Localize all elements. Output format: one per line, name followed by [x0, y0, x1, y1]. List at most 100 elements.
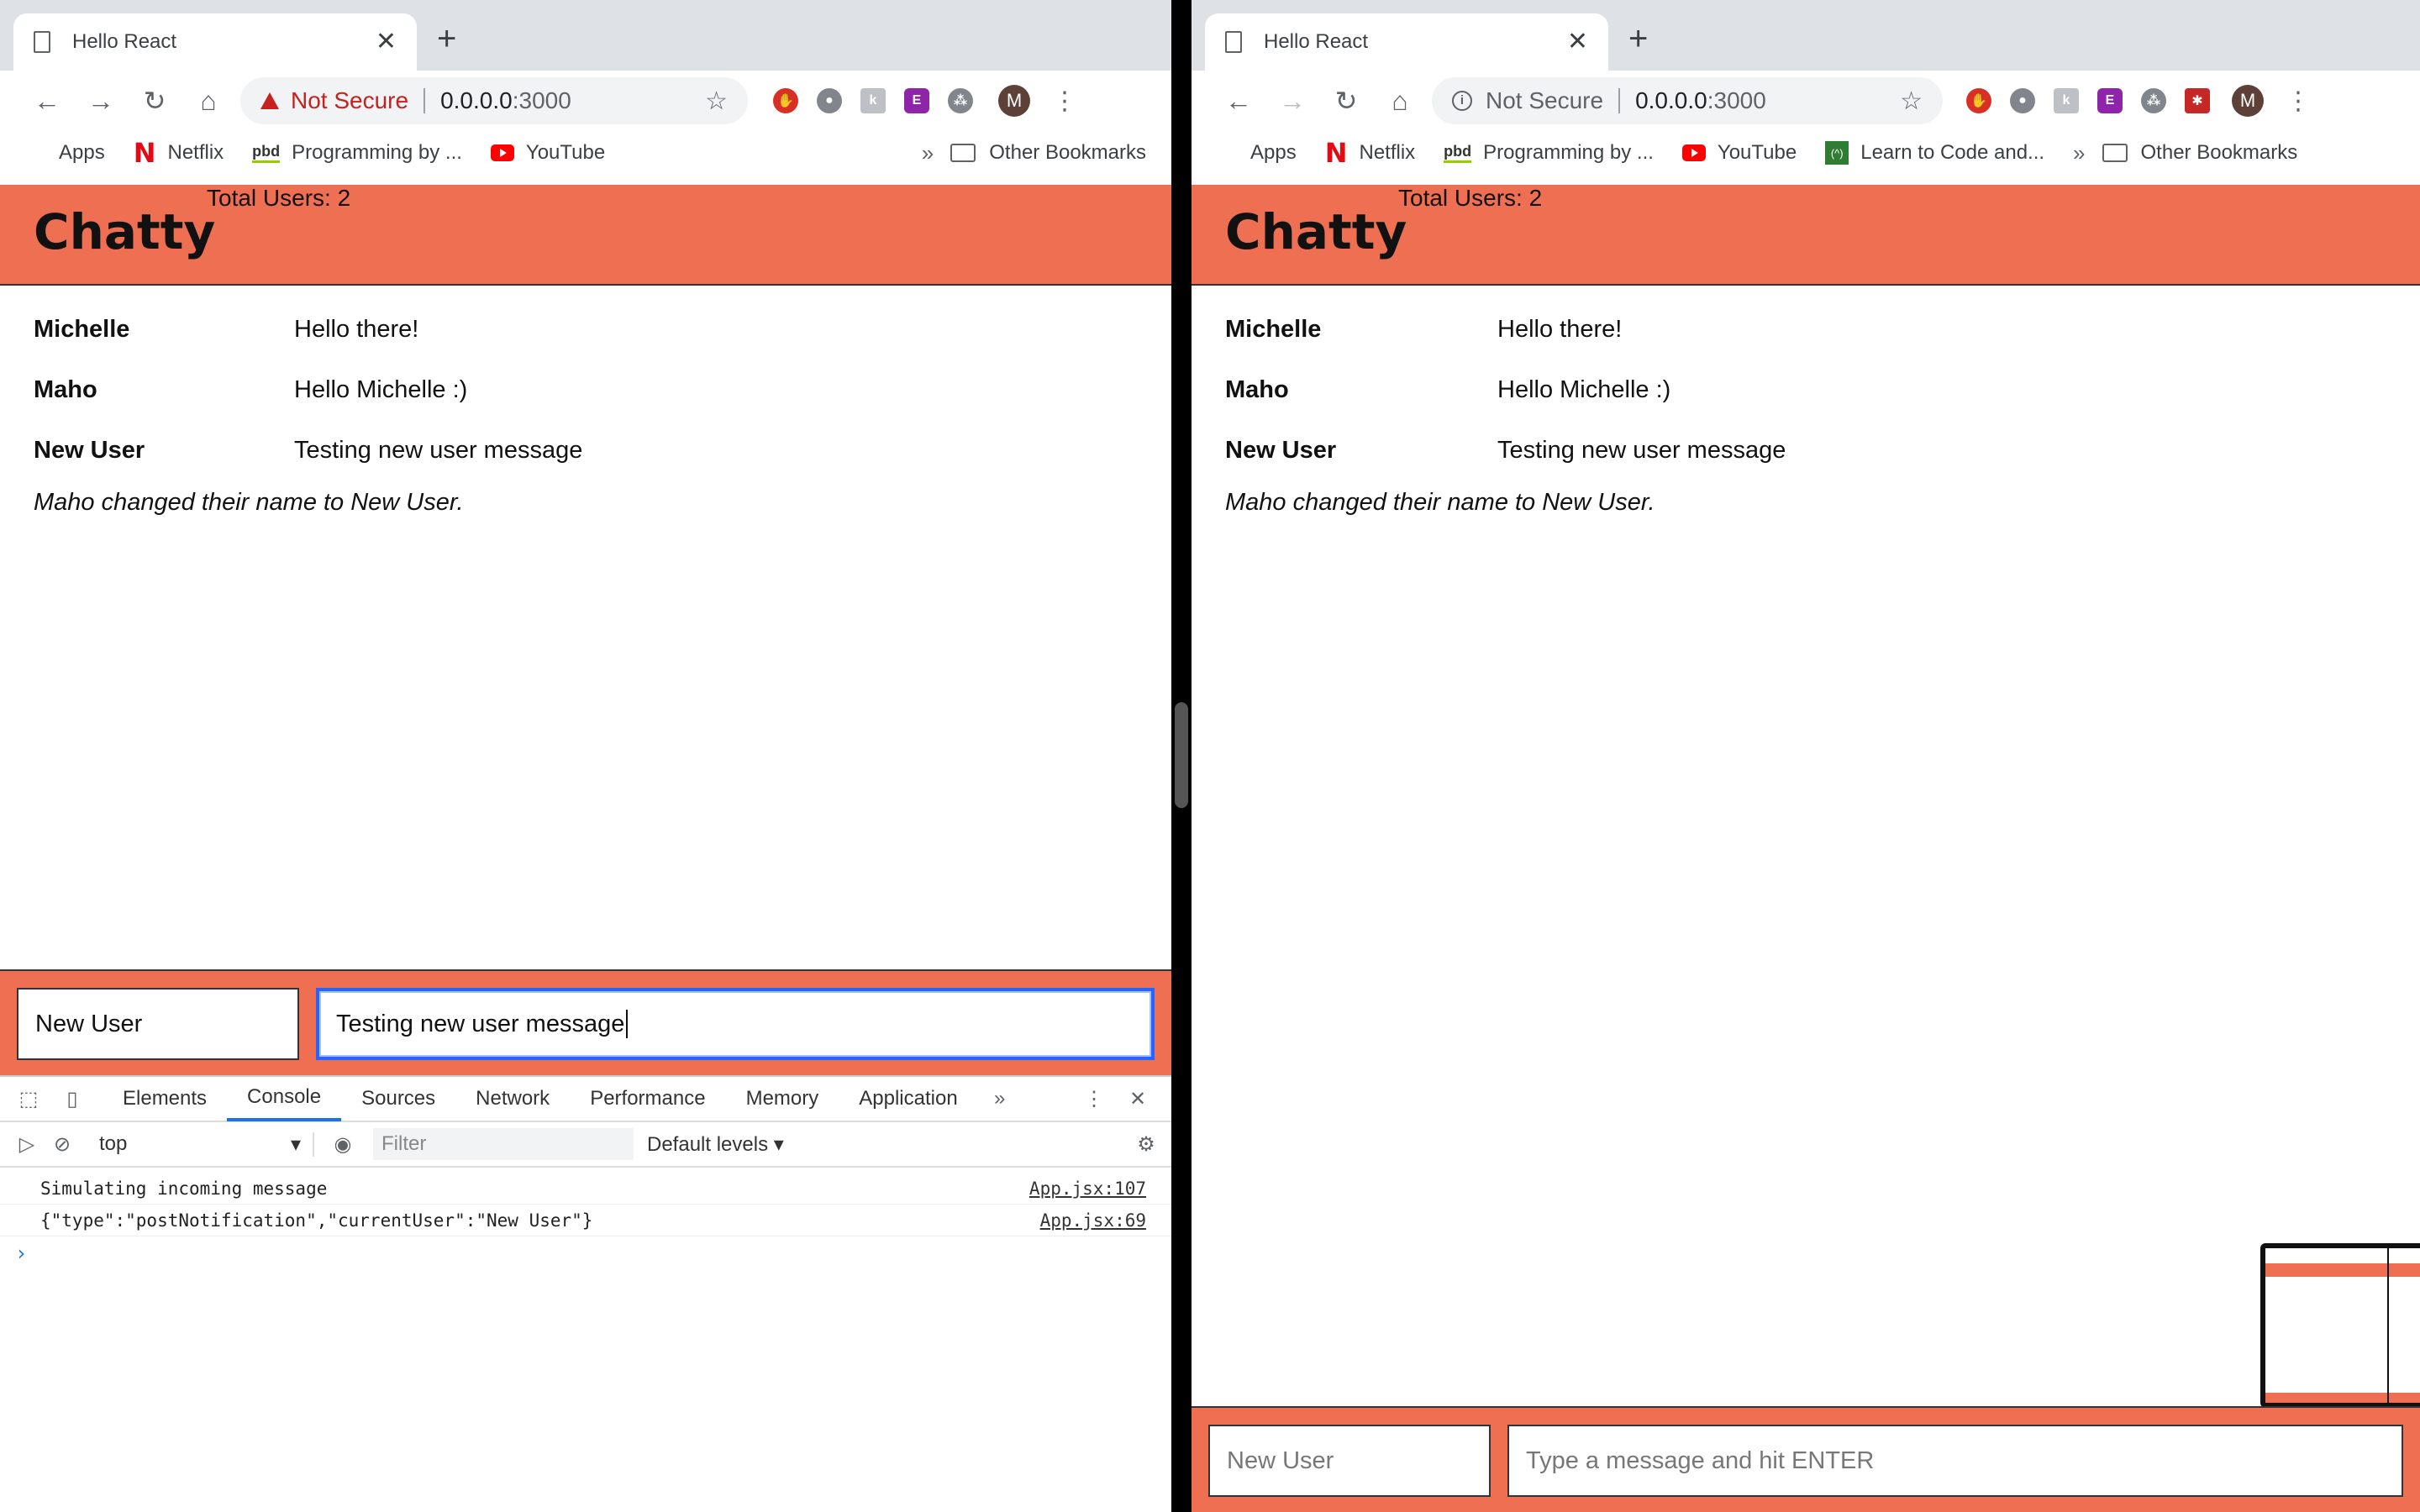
thumbnail-pane	[2265, 1248, 2389, 1403]
profile-avatar[interactable]: M	[998, 85, 1030, 117]
context-selector[interactable]: top ▾	[87, 1131, 314, 1157]
eye-icon[interactable]: ◉	[329, 1131, 356, 1157]
clear-console-icon[interactable]: ⊘	[49, 1131, 76, 1157]
browser-tab[interactable]: Hello React ✕	[13, 13, 417, 71]
bookmark-label: Apps	[59, 141, 105, 164]
other-bookmarks-label: Other Bookmarks	[2140, 141, 2298, 164]
profile-avatar[interactable]: M	[2232, 85, 2264, 117]
text-caret	[626, 1010, 629, 1038]
bookmark-label: YouTube	[525, 141, 606, 164]
message-username: New User	[34, 437, 145, 464]
log-levels-dropdown[interactable]: Default levels ▾	[647, 1132, 784, 1157]
close-tab-icon[interactable]: ✕	[376, 29, 397, 55]
home-icon[interactable]: ⌂	[182, 86, 235, 117]
bookmark-programming[interactable]: pbd Programming by ...	[1444, 141, 1654, 165]
url-text[interactable]: 0.0.0.0:3000	[1635, 87, 1900, 114]
devtools-menu-icon[interactable]: ⋮	[1081, 1086, 1107, 1111]
chat-bar: New User Type a message and hit ENTER	[1192, 1406, 2420, 1512]
bug-extension-icon[interactable]: ✱	[2185, 88, 2210, 113]
username-input[interactable]: New User	[1208, 1425, 1491, 1497]
location-extension-icon[interactable]: ●	[2010, 88, 2035, 113]
console-filter-input[interactable]: Filter	[373, 1128, 634, 1160]
url-text[interactable]: 0.0.0.0:3000	[440, 87, 705, 114]
bookmark-apps[interactable]: Apps	[1217, 141, 1297, 165]
tab-memory[interactable]: Memory	[726, 1076, 839, 1121]
menu-icon[interactable]: ⋮	[2286, 87, 2311, 116]
adblock-extension-icon[interactable]: ✋	[773, 88, 798, 113]
tab-network[interactable]: Network	[455, 1076, 570, 1121]
youtube-icon	[1681, 144, 1706, 161]
security-status[interactable]: Not Secure	[1486, 87, 1603, 114]
message-input[interactable]: Testing new user message	[316, 988, 1155, 1060]
message-placeholder: Type a message and hit ENTER	[1526, 1446, 1875, 1474]
security-status[interactable]: Not Secure	[291, 87, 408, 114]
console-prompt[interactable]: ›	[0, 1236, 1171, 1270]
browser-tab[interactable]: Hello React ✕	[1205, 13, 1608, 71]
bookmark-youtube[interactable]: YouTube	[490, 141, 606, 165]
pbd-icon: pbd	[1444, 143, 1472, 163]
thumbnail-pane	[2389, 1248, 2420, 1403]
context-value: top	[99, 1132, 128, 1155]
address-bar[interactable]: i Not Secure 0.0.0.0:3000 ☆	[1432, 77, 1943, 124]
log-source-link[interactable]: App.jsx:107	[1029, 1179, 1146, 1199]
bookmark-freecodecamp[interactable]: (^) Learn to Code and...	[1825, 141, 2044, 165]
console-settings-gear-icon[interactable]: ⚙	[1133, 1131, 1160, 1157]
group-extension-icon[interactable]: ⁂	[2141, 88, 2166, 113]
bookmark-star-icon[interactable]: ☆	[1900, 87, 1923, 116]
log-text: Simulating incoming message	[40, 1178, 328, 1199]
bookmark-star-icon[interactable]: ☆	[705, 87, 728, 116]
more-tabs-icon[interactable]: »	[986, 1086, 1013, 1111]
reload-icon[interactable]: ↻	[1319, 85, 1373, 117]
k-extension-icon[interactable]: k	[860, 88, 886, 113]
forward-icon[interactable]: →	[1265, 86, 1319, 117]
device-toolbar-icon[interactable]: ▯	[59, 1086, 86, 1111]
close-devtools-icon[interactable]: ✕	[1124, 1086, 1151, 1111]
log-text: {"type":"postNotification","currentUser"…	[40, 1210, 593, 1231]
new-tab-button[interactable]: +	[437, 22, 456, 55]
screenshot-thumbnail[interactable]	[2260, 1243, 2420, 1408]
bookmark-apps[interactable]: Apps	[25, 141, 105, 165]
bookmark-programming[interactable]: pbd Programming by ...	[252, 141, 462, 165]
log-source-link[interactable]: App.jsx:69	[1040, 1210, 1146, 1231]
tab-sources[interactable]: Sources	[341, 1076, 455, 1121]
k-extension-icon[interactable]: k	[2054, 88, 2079, 113]
notification-message: Maho changed their name to New User.	[1225, 489, 1655, 516]
show-sidebar-icon[interactable]: ▷	[13, 1131, 40, 1157]
inspect-element-icon[interactable]: ⬚	[15, 1086, 42, 1111]
back-icon[interactable]: ←	[1212, 86, 1265, 117]
more-bookmarks-icon[interactable]: »	[922, 140, 934, 166]
address-bar[interactable]: Not Secure 0.0.0.0:3000 ☆	[240, 77, 748, 124]
other-bookmarks[interactable]: Other Bookmarks	[2102, 141, 2298, 165]
group-extension-icon[interactable]: ⁂	[948, 88, 973, 113]
username-placeholder: New User	[1227, 1446, 1334, 1474]
url-port: :3000	[512, 87, 571, 113]
app-brand[interactable]: Chatty	[34, 203, 215, 260]
username-input[interactable]: New User	[17, 988, 299, 1060]
message-input[interactable]: Type a message and hit ENTER	[1507, 1425, 2403, 1497]
split-divider-handle[interactable]	[1175, 702, 1188, 808]
bookmark-netflix[interactable]: N Netflix	[134, 137, 224, 169]
more-bookmarks-icon[interactable]: »	[2073, 140, 2085, 166]
e-extension-icon[interactable]: E	[2097, 88, 2123, 113]
tab-elements[interactable]: Elements	[103, 1076, 227, 1121]
reload-icon[interactable]: ↻	[128, 85, 182, 117]
forward-icon[interactable]: →	[74, 86, 128, 117]
app-brand[interactable]: Chatty	[1225, 203, 1407, 260]
bookmark-youtube[interactable]: YouTube	[1681, 141, 1797, 165]
bookmark-label: Programming by ...	[292, 141, 462, 164]
tab-performance[interactable]: Performance	[570, 1076, 725, 1121]
adblock-extension-icon[interactable]: ✋	[1966, 88, 1991, 113]
location-extension-icon[interactable]: ●	[817, 88, 842, 113]
home-icon[interactable]: ⌂	[1373, 86, 1427, 117]
other-bookmarks[interactable]: Other Bookmarks	[950, 141, 1146, 165]
tab-application[interactable]: Application	[839, 1076, 977, 1121]
e-extension-icon[interactable]: E	[904, 88, 929, 113]
bookmark-netflix[interactable]: N Netflix	[1325, 137, 1415, 169]
back-icon[interactable]: ←	[20, 86, 74, 117]
message-content: Hello there!	[1497, 316, 1623, 343]
thumbnail-header	[2265, 1263, 2387, 1277]
tab-console[interactable]: Console	[227, 1076, 342, 1121]
menu-icon[interactable]: ⋮	[1052, 87, 1077, 116]
new-tab-button[interactable]: +	[1628, 22, 1648, 55]
close-tab-icon[interactable]: ✕	[1567, 29, 1588, 55]
